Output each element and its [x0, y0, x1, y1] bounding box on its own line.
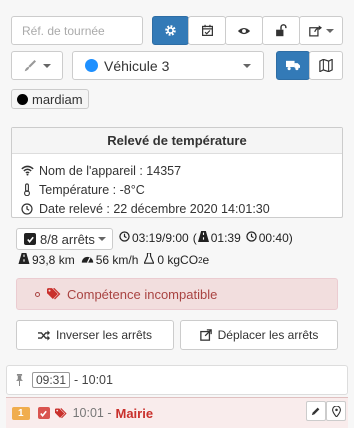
chevron-down-icon — [97, 237, 106, 241]
tags-icon — [54, 407, 68, 419]
vehicle-name: Véhicule 3 — [104, 57, 170, 74]
bullet-icon — [35, 291, 40, 297]
edit-stop-button[interactable] — [306, 401, 326, 421]
stop-row[interactable]: 1 10:01 - Mairie — [6, 397, 348, 428]
share-icon — [308, 24, 322, 36]
checkbox-checked-icon — [24, 233, 36, 245]
pencil-icon — [311, 407, 320, 416]
reverse-stops-label: Inverser les arrêts — [55, 328, 153, 342]
stop-time: 10:01 - — [72, 406, 112, 420]
move-stops-button[interactable]: Déplacer les arrêts — [180, 320, 338, 350]
road-icon — [18, 253, 30, 267]
temperature-row: Température : -8°C — [12, 180, 342, 199]
calendar-check-icon — [201, 24, 213, 36]
move-stops-label: Déplacer les arrêts — [217, 328, 319, 342]
calendar-button[interactable] — [188, 16, 226, 45]
tags-icon — [47, 288, 62, 300]
map-icon — [319, 59, 333, 72]
distance: 93,8 km — [32, 253, 75, 267]
co2-value: 0 kgCO — [157, 253, 199, 267]
duration: 03:19/9:00 — [132, 231, 189, 245]
speed: 56 km/h — [95, 253, 139, 267]
chevron-down-icon — [325, 28, 334, 33]
alert-text: Compétence incompatible — [67, 286, 218, 302]
user-color-dot — [17, 93, 28, 105]
thumbtack-icon — [15, 374, 24, 386]
thermometer-icon — [19, 183, 35, 196]
external-link-icon — [199, 329, 212, 341]
map-marker-icon — [331, 405, 341, 417]
chevron-down-icon — [43, 63, 51, 68]
checkbox-checked-icon[interactable] — [37, 407, 50, 419]
wait-time: 00:40) — [258, 231, 293, 245]
tour-reference-placeholder: Réf. de tournée — [22, 23, 105, 38]
distance-summary: 93,8 km 56 km/h 0 kgCO 2 e — [18, 252, 210, 267]
locate-stop-button[interactable] — [326, 401, 346, 421]
unlock-button[interactable] — [262, 16, 300, 45]
wifi-icon — [19, 165, 35, 176]
stops-label: 8/8 arrêts — [40, 231, 95, 247]
flask-icon — [143, 252, 155, 267]
vehicle-color-dot — [85, 59, 98, 72]
visibility-button[interactable] — [225, 16, 263, 45]
temperature-panel-title: Relevé de température — [12, 128, 342, 154]
random-icon — [37, 329, 50, 341]
user-name: mardiam — [32, 91, 83, 107]
truck-icon — [286, 60, 300, 71]
eye-icon — [237, 27, 251, 34]
clock-icon — [19, 202, 35, 215]
vehicle-select[interactable]: Véhicule 3 — [72, 51, 264, 80]
unlock-icon — [276, 24, 287, 37]
device-label: Nom de l'appareil : 14357 — [39, 163, 182, 178]
stop-name: Mairie — [115, 405, 154, 421]
stop-index-badge: 1 — [12, 406, 30, 420]
share-dropdown-button[interactable] — [299, 16, 343, 45]
clock-icon — [119, 231, 130, 245]
speedometer-icon — [81, 253, 94, 267]
road-icon — [197, 231, 209, 245]
gear-icon — [165, 25, 176, 36]
drive-time: 01:39 — [210, 231, 241, 245]
user-tag[interactable]: mardiam — [11, 89, 89, 109]
temperature-panel: Relevé de température Nom de l'appareil … — [11, 127, 343, 218]
truck-view-button[interactable] — [276, 51, 310, 80]
settings-button[interactable] — [152, 16, 189, 45]
departure-row[interactable]: 09:31 - 10:01 — [6, 365, 348, 395]
stops-dropdown-button[interactable]: 8/8 arrêts — [16, 228, 113, 250]
clock-icon — [246, 231, 257, 245]
date-label: Date relevé : 22 décembre 2020 14:01:30 — [39, 201, 270, 216]
competence-alert: Compétence incompatible — [16, 278, 338, 310]
reverse-stops-button[interactable]: Inverser les arrêts — [16, 320, 174, 350]
device-row: Nom de l'appareil : 14357 — [12, 161, 342, 180]
brush-dropdown-button[interactable] — [11, 51, 63, 80]
co2-suffix: e — [202, 253, 210, 267]
time-summary: 03:19/9:00 ( 01:39 00:40) — [119, 231, 293, 245]
paren-open: ( — [192, 231, 197, 245]
temperature-label: Température : -8°C — [39, 182, 145, 197]
map-view-button[interactable] — [309, 51, 343, 80]
tour-reference-input[interactable]: Réf. de tournée — [11, 16, 143, 45]
departure-time-input[interactable]: 09:31 — [32, 372, 71, 388]
chevron-down-icon — [243, 64, 251, 68]
departure-end-time: - 10:01 — [74, 373, 113, 387]
date-row: Date relevé : 22 décembre 2020 14:01:30 — [12, 199, 342, 218]
paint-brush-icon — [24, 59, 36, 71]
